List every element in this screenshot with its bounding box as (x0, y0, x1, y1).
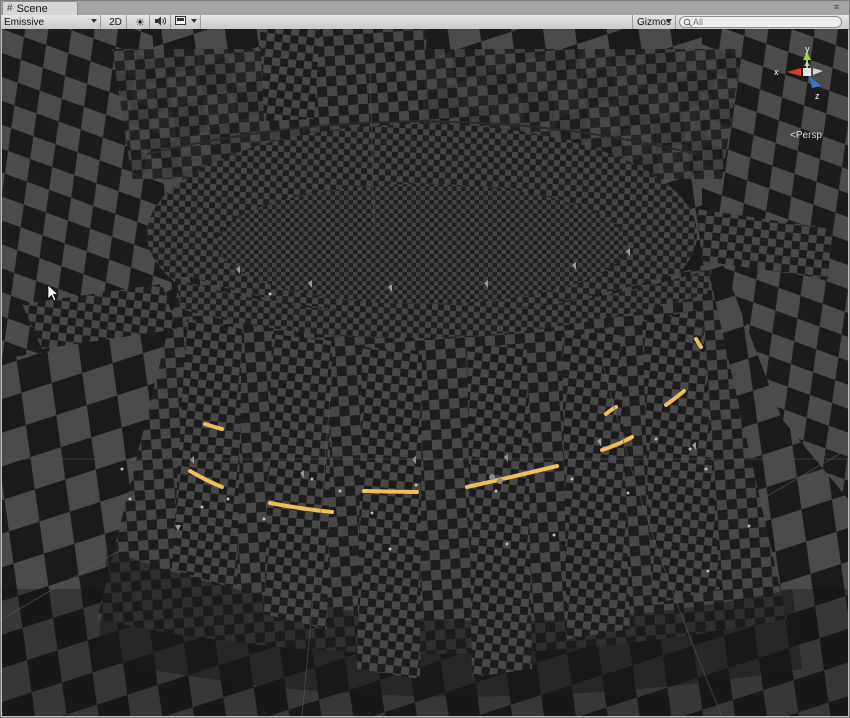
sun-icon: ☀ (135, 16, 145, 29)
gizmo-center-cube[interactable] (803, 68, 811, 76)
tab-scene[interactable]: # Scene (2, 1, 78, 15)
draw-mode-label: Emissive (4, 16, 45, 28)
tab-bar: # Scene ≡ (0, 0, 850, 16)
search-field[interactable] (679, 16, 842, 28)
search-icon (683, 18, 693, 27)
projection-toggle[interactable]: <Persp (790, 130, 822, 141)
lighting-toggle-button[interactable]: ☀ (131, 15, 150, 29)
search-input[interactable] (693, 17, 833, 27)
gizmos-dropdown[interactable]: Gizmos (632, 15, 676, 29)
2d-toggle-button[interactable]: 2D (105, 15, 127, 29)
scene-window: # Scene ≡ Emissive 2D ☀ Gizmos All y x z… (0, 0, 850, 718)
image-icon (175, 16, 186, 28)
scene-toolbar: Emissive 2D ☀ Gizmos (0, 15, 850, 30)
scene-viewport[interactable]: y x z <Persp (2, 29, 848, 716)
draw-mode-dropdown[interactable]: Emissive (0, 15, 101, 29)
grid-icon: # (7, 2, 13, 14)
z-axis-label: z (815, 91, 820, 101)
y-axis-label: y (805, 44, 810, 54)
effects-dropdown-button[interactable] (171, 15, 201, 29)
chevron-down-icon (666, 19, 672, 23)
chevron-down-icon (91, 19, 97, 23)
window-menu-icon[interactable]: ≡ (834, 3, 844, 12)
2d-label: 2D (109, 16, 122, 28)
tab-label: Scene (16, 2, 48, 15)
chevron-down-icon (191, 19, 197, 23)
x-axis-label: x (774, 67, 779, 77)
audio-toggle-button[interactable] (150, 15, 171, 29)
speaker-icon (154, 16, 167, 29)
projection-label: Persp (795, 130, 822, 141)
